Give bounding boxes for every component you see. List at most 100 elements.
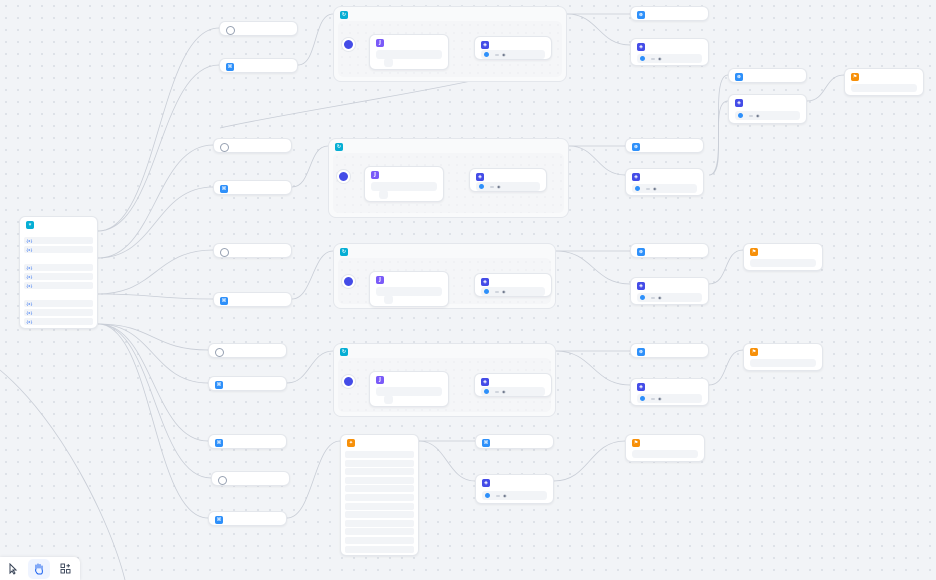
chat-tag [651, 397, 655, 400]
scrape-param [345, 528, 414, 536]
pointer-tool-button[interactable] [2, 559, 24, 579]
gemini-icon [484, 289, 489, 294]
connection-edge [97, 144, 214, 259]
condition-row[interactable]: {x} [24, 318, 93, 325]
connection-edge [708, 249, 744, 285]
search-step-node[interactable]: ⌘ [208, 511, 287, 526]
search-step-node[interactable]: ⌘ [213, 292, 292, 307]
search-step-node[interactable] [219, 21, 298, 36]
extract-node[interactable]: ⌘ [475, 434, 554, 449]
node-header: ⌘ [220, 185, 232, 193]
model-selector[interactable]: ◉ [637, 394, 702, 403]
llm-summary-node[interactable]: ◈ ◉ [630, 38, 709, 66]
loop-icon: ↻ [340, 11, 348, 19]
condition-row[interactable]: {x} [24, 309, 93, 316]
summary-llm-node[interactable]: ◈ ◉ [474, 373, 552, 397]
search-step-node[interactable] [213, 138, 292, 153]
llm-icon: ◈ [637, 383, 645, 391]
llm-icon: ◈ [481, 278, 489, 286]
merge-node[interactable]: ⊕ [630, 6, 709, 21]
connection-edge [97, 27, 220, 232]
connection-edge [97, 64, 220, 232]
search-step-node[interactable] [211, 471, 290, 486]
llm-summary-node[interactable]: ◈ ◉ [475, 474, 554, 504]
connection-edge [291, 145, 329, 188]
summary-llm-node[interactable]: ◈ ◉ [474, 36, 552, 60]
merge-icon: ⊕ [637, 11, 645, 19]
condition-row[interactable]: {x} [24, 237, 93, 244]
add-node-button[interactable] [54, 559, 76, 579]
eye-icon: ◉ [653, 186, 657, 191]
model-selector[interactable]: ◉ [735, 111, 800, 120]
hand-tool-button[interactable] [28, 558, 50, 579]
condition-row[interactable]: {x} [24, 264, 93, 271]
end-icon: ⚑ [750, 348, 758, 356]
condition-row[interactable]: {x} [24, 246, 93, 253]
condition-row[interactable]: {x} [24, 273, 93, 280]
llm-summary-node[interactable]: ◈ ◉ [625, 168, 704, 196]
model-selector[interactable]: ◉ [632, 184, 697, 193]
model-selector[interactable]: ◉ [476, 182, 540, 191]
eye-icon: ◉ [756, 113, 760, 118]
llm-summary-node[interactable]: ◈ ◉ [630, 378, 709, 406]
jinareader-icon: J [376, 276, 384, 284]
jinareader-node[interactable]: J [369, 34, 449, 70]
search-step-node[interactable]: ⌘ [219, 58, 298, 73]
merge-node[interactable]: ⊕ [630, 343, 709, 358]
model-selector[interactable]: ◉ [481, 287, 545, 296]
model-selector[interactable]: ◉ [481, 387, 545, 396]
jinareader-node[interactable]: J [369, 371, 449, 407]
condition-row[interactable]: {x} [24, 300, 93, 307]
jinareader-node[interactable]: J [364, 166, 444, 202]
node-header: ⌘ [215, 381, 227, 389]
summary-llm-node[interactable]: ◈ ◉ [474, 273, 552, 297]
search-step-node[interactable]: ⌘ [208, 376, 287, 391]
summary-llm-node[interactable]: ◈ ◉ [469, 168, 547, 192]
loop-item-var [384, 395, 393, 404]
search-step-node[interactable] [208, 343, 287, 358]
search-icon [218, 476, 227, 485]
chat-tag [651, 57, 655, 60]
jinareader-icon: J [376, 39, 384, 47]
model-selector[interactable]: ◉ [481, 50, 545, 59]
end-node[interactable]: ⚑ [743, 243, 823, 271]
merge-node[interactable]: ⊕ [625, 138, 704, 153]
loop-item-var [384, 295, 393, 304]
node-header: ⊕ [632, 143, 644, 151]
code-icon: ⌘ [215, 381, 223, 389]
end-node[interactable]: ⚑ [743, 343, 823, 371]
model-selector[interactable]: ◉ [637, 293, 702, 302]
end-node[interactable]: ⚑ [625, 434, 705, 462]
end-node[interactable]: ⚑ [844, 68, 924, 96]
final-summary-node[interactable]: ◈ ◉ [728, 94, 807, 124]
node-header: ◈ [476, 173, 488, 181]
merge-node[interactable]: ⊕ [728, 68, 807, 83]
node-header: ⊕ [637, 348, 649, 356]
merge-icon: ⊕ [735, 73, 743, 81]
llm-summary-node[interactable]: ◈ ◉ [630, 277, 709, 305]
scrape-param [345, 502, 414, 510]
code-icon: ⌘ [215, 439, 223, 447]
variable-icon: {x} [26, 265, 33, 270]
merge-node[interactable]: ⊕ [630, 243, 709, 258]
connection-edge [97, 323, 209, 384]
variable-icon: {x} [26, 247, 33, 252]
node-header: ◈ [735, 99, 747, 107]
node-header: ⊕ [637, 248, 649, 256]
model-selector[interactable]: ◉ [482, 491, 547, 500]
scrape-node[interactable]: ✦ [340, 434, 419, 556]
condition-row[interactable]: {x} [24, 282, 93, 289]
search-step-node[interactable]: ⌘ [208, 434, 287, 449]
if-else-node[interactable]: ⑂ {x} {x} {x} {x} {x} {x} {x} {x} [19, 216, 98, 329]
scrape-param [345, 519, 414, 527]
chat-tag [490, 185, 494, 188]
node-header: ◈ [481, 41, 493, 49]
loop-start-icon [342, 375, 355, 388]
jinareader-node[interactable]: J [369, 271, 449, 307]
connection-edge [806, 74, 845, 102]
search-step-node[interactable] [213, 243, 292, 258]
gemini-icon [640, 295, 645, 300]
search-step-node[interactable]: ⌘ [213, 180, 292, 195]
model-selector[interactable]: ◉ [637, 54, 702, 63]
node-header: ↻ [340, 11, 352, 19]
